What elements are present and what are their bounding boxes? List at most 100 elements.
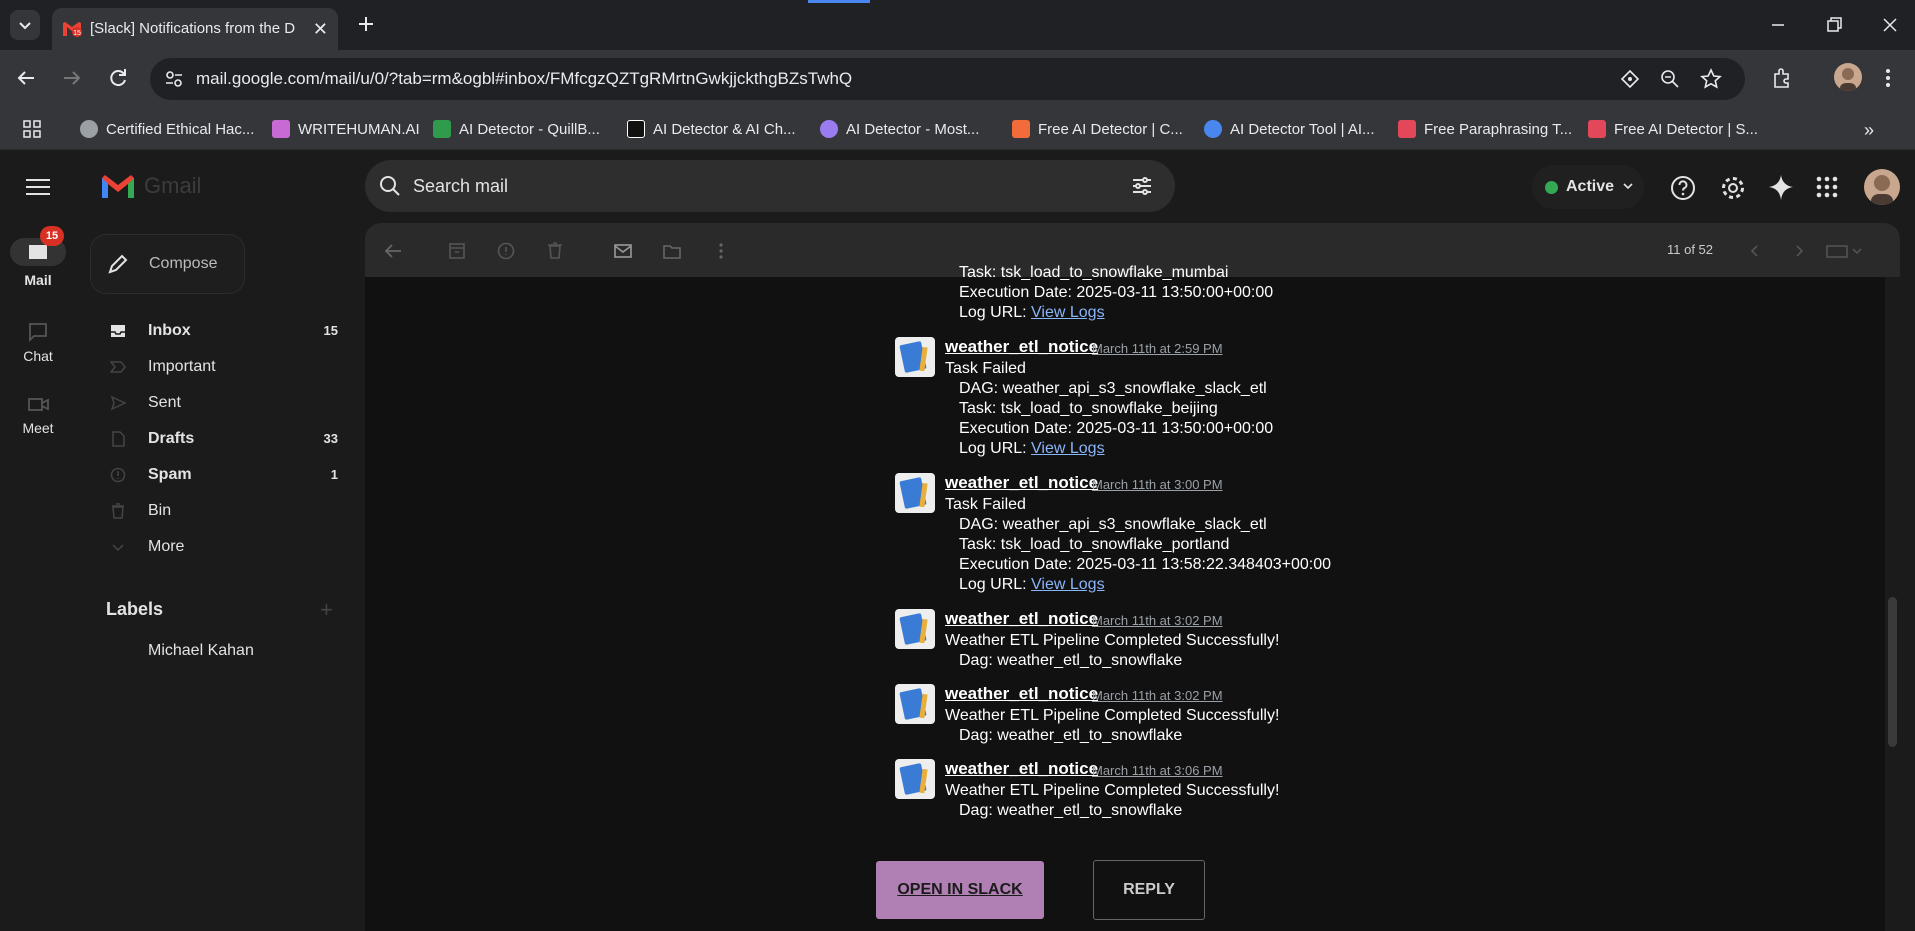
message-sender[interactable]: weather_etl_notice [945, 337, 1098, 357]
bookmark-star-icon[interactable] [1700, 68, 1722, 90]
search-input[interactable]: Search mail [413, 176, 508, 197]
bookmark-item[interactable]: Free AI Detector | S... [1588, 118, 1758, 140]
new-tab-button[interactable] [352, 10, 380, 38]
tab-group-indicator [808, 0, 870, 3]
label-item[interactable]: Michael Kahan [148, 642, 254, 660]
google-apps-icon[interactable] [1816, 176, 1838, 198]
tab-title: [Slack] Notifications from the D [90, 20, 296, 37]
browser-menu-icon[interactable] [1884, 66, 1892, 90]
gmail-logo[interactable]: Gmail [100, 172, 201, 200]
back-button[interactable] [14, 66, 38, 90]
message-sender[interactable]: weather_etl_notice [945, 684, 1098, 704]
plus-icon [359, 17, 373, 31]
message-headline: Task Failed [945, 360, 1026, 377]
nav-more[interactable]: More [90, 531, 350, 563]
message-time[interactable]: March 11th at 2:59 PM [1092, 339, 1223, 359]
reload-button[interactable] [106, 66, 130, 90]
reply-button[interactable]: REPLY [1093, 860, 1205, 920]
message-sender[interactable]: weather_etl_notice [945, 473, 1098, 493]
move-to-icon[interactable] [662, 241, 682, 261]
message-time[interactable]: March 11th at 3:00 PM [1092, 475, 1223, 495]
chevron-down-icon [19, 22, 31, 30]
scrollbar-thumb[interactable] [1888, 597, 1897, 747]
message-line: Dag: weather_etl_to_snowflake [959, 727, 1183, 744]
next-icon[interactable] [1789, 241, 1809, 261]
compose-button[interactable]: Compose [90, 234, 245, 294]
nav-sent[interactable]: Sent [90, 387, 350, 419]
profile-avatar[interactable] [1834, 63, 1862, 91]
view-logs-link[interactable]: View Logs [1031, 304, 1105, 321]
nav-important[interactable]: Important [90, 351, 350, 383]
nav-drafts[interactable]: Drafts 33 [90, 423, 350, 455]
slack-message: weather_etl_notice March 11th at 2:59 PM… [895, 337, 1795, 467]
bookmark-item[interactable]: AI Detector - Most... [820, 118, 979, 140]
tab-search-button[interactable] [10, 10, 40, 40]
search-options-icon[interactable] [1131, 175, 1153, 197]
address-bar[interactable]: mail.google.com/mail/u/0/?tab=rm&ogbl#in… [150, 58, 1745, 100]
slack-message: weather_etl_notice March 11th at 3:06 PM… [895, 759, 1795, 821]
slack-message: weather_etl_notice March 11th at 3:02 PM… [895, 684, 1795, 746]
message-line: Task: tsk_load_to_snowflake_portland [959, 536, 1230, 553]
account-avatar[interactable] [1864, 169, 1900, 205]
message-partial: Task: tsk_load_to_snowflake_mumbai Execu… [895, 264, 1795, 339]
labels-heading: Labels [106, 599, 164, 619]
bookmark-item[interactable]: AI Detector & AI Ch... [627, 118, 796, 140]
notepad-avatar-icon [895, 759, 935, 799]
lens-icon[interactable] [1620, 69, 1640, 89]
bookmark-item[interactable]: AI Detector Tool | AI... [1204, 118, 1375, 140]
status-selector[interactable]: Active [1532, 165, 1644, 209]
browser-tab-active[interactable]: 15 [Slack] Notifications from the D ✕ [52, 8, 338, 50]
mark-unread-icon[interactable] [613, 241, 633, 261]
open-in-slack-button[interactable]: OPEN IN SLACK [876, 861, 1044, 919]
main-menu-icon[interactable] [26, 178, 50, 196]
forward-button[interactable] [60, 66, 84, 90]
archive-icon[interactable] [447, 241, 467, 261]
bookmark-item[interactable]: WRITEHUMAN.AI [272, 118, 420, 140]
close-window-button[interactable] [1878, 14, 1902, 36]
add-label-icon[interactable]: + [320, 597, 333, 623]
input-tools-icon[interactable] [1825, 241, 1865, 261]
message-time[interactable]: March 11th at 3:02 PM [1092, 611, 1223, 631]
zoom-icon[interactable] [1660, 69, 1680, 89]
message-time[interactable]: March 11th at 3:02 PM [1092, 686, 1223, 706]
site-info-icon[interactable] [164, 69, 184, 89]
settings-gear-icon[interactable] [1720, 175, 1746, 201]
restore-button[interactable] [1822, 14, 1846, 36]
bookmark-item[interactable]: Free AI Detector | C... [1012, 118, 1183, 140]
message-sender[interactable]: weather_etl_notice [945, 759, 1098, 779]
more-bookmarks-icon[interactable]: » [1864, 120, 1874, 141]
rail-chat[interactable]: Chat [10, 320, 66, 364]
tab-close-icon[interactable]: ✕ [313, 19, 328, 40]
message-time[interactable]: March 11th at 3:06 PM [1092, 761, 1223, 781]
minimize-button[interactable] [1766, 14, 1790, 36]
svg-text:15: 15 [73, 30, 81, 37]
delete-icon[interactable] [545, 241, 565, 261]
bookmark-item[interactable]: Certified Ethical Hac... [80, 118, 254, 140]
apps-grid-icon[interactable] [22, 119, 42, 139]
scrollbar-track[interactable] [1885, 277, 1900, 931]
search-bar[interactable]: Search mail [365, 160, 1175, 212]
nav-bin[interactable]: Bin [90, 495, 350, 527]
report-spam-icon[interactable] [496, 241, 516, 261]
previous-icon[interactable] [1745, 241, 1765, 261]
gemini-sparkle-icon[interactable] [1768, 174, 1794, 202]
nav-inbox[interactable]: Inbox 15 [90, 315, 350, 347]
extensions-icon[interactable] [1770, 66, 1794, 90]
rail-meet[interactable]: Meet [10, 392, 66, 436]
rail-chat-label: Chat [23, 348, 53, 364]
bookmark-item[interactable]: AI Detector - QuillB... [433, 118, 600, 140]
view-logs-link[interactable]: View Logs [1031, 440, 1105, 457]
bookmark-item[interactable]: Free Paraphrasing T... [1398, 118, 1572, 140]
pager-count: 11 of 52 [1667, 242, 1714, 257]
nav-spam[interactable]: Spam 1 [90, 459, 350, 491]
message-sender[interactable]: weather_etl_notice [945, 609, 1098, 629]
message-headline: Weather ETL Pipeline Completed Successfu… [945, 707, 1280, 724]
help-icon[interactable] [1670, 175, 1696, 201]
view-logs-link[interactable]: View Logs [1031, 576, 1105, 593]
more-options-icon[interactable] [711, 241, 731, 261]
mail-icon: 15 [10, 226, 66, 266]
back-arrow-icon[interactable] [383, 241, 403, 261]
search-icon[interactable] [379, 175, 401, 197]
message-line: Execution Date: 2025-03-11 13:58:22.3484… [959, 556, 1331, 573]
rail-mail[interactable]: 15 Mail [10, 226, 66, 288]
